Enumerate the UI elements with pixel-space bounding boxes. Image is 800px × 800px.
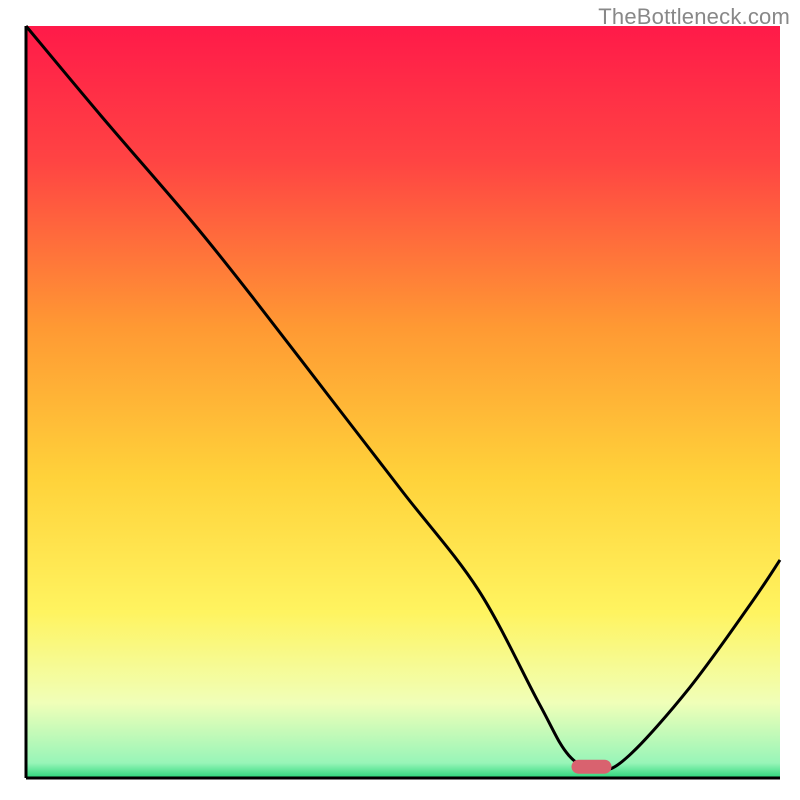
bottleneck-chart (0, 0, 800, 800)
watermark-text: TheBottleneck.com (598, 4, 790, 30)
gradient-background (26, 26, 780, 778)
optimal-marker (572, 760, 612, 774)
chart-frame: TheBottleneck.com (0, 0, 800, 800)
